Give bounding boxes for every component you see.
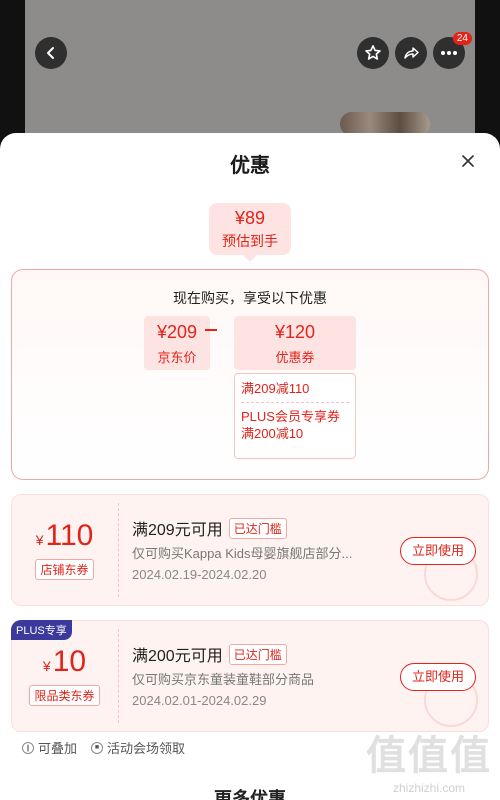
detail-item: 满209减110 — [241, 381, 310, 396]
more-dots-icon — [441, 51, 457, 55]
coupon-description: 仅可购买京东童装童鞋部分商品 — [132, 672, 315, 687]
share-icon — [404, 47, 419, 59]
coupon-amount: 10 — [52, 645, 87, 678]
discount-sheet: 优惠 ¥89 预估到手 现在购买，享受以下优惠 ¥209 京东价 ¥120 优惠… — [0, 133, 500, 800]
coupon-amount: 110 — [45, 519, 94, 552]
currency-symbol: ¥ — [42, 658, 51, 674]
coupon-validity: 2024.02.19-2024.02.20 — [132, 567, 267, 582]
discount-label: 优惠券 — [275, 350, 315, 365]
venue-tip: 活动会场领取 — [107, 741, 186, 756]
more-button[interactable]: 24 — [433, 32, 472, 69]
coupon-amount-area: ¥10 限品类东券 — [12, 621, 117, 731]
calc-heading: 现在购买，享受以下优惠 — [173, 290, 327, 306]
detail-item: PLUS会员专享券 — [241, 409, 340, 424]
discount-box: ¥120 优惠券 — [234, 316, 356, 370]
coupon-amount-area: ¥110 店铺东券 — [12, 495, 117, 605]
threshold-reached-tag: 已达门槛 — [228, 518, 287, 539]
use-now-button[interactable]: 立即使用 — [400, 663, 476, 691]
coupon-description: 仅可购买Kappa Kids母婴旗舰店部分... — [132, 546, 353, 561]
coupon-validity: 2024.02.01-2024.02.29 — [132, 693, 267, 708]
estimated-price: ¥89 — [234, 208, 266, 228]
detail-item: 满200减10 — [241, 426, 304, 441]
currency-symbol: ¥ — [35, 532, 44, 548]
message-count-badge: 24 — [452, 32, 472, 45]
watermark-logo: 值值值 — [366, 734, 492, 778]
threshold-reached-tag: 已达门槛 — [228, 644, 287, 665]
estimated-price-box: ¥89 预估到手 — [209, 203, 291, 255]
discount-price: ¥120 — [274, 322, 316, 342]
coupon-condition: 满209元可用 — [132, 522, 223, 539]
base-price-label: 京东价 — [157, 350, 197, 365]
favorite-button[interactable] — [357, 37, 389, 69]
close-icon — [462, 155, 474, 167]
base-price: ¥209 — [156, 322, 198, 342]
more-discounts-title: 更多优惠 — [214, 789, 286, 800]
minus-sign — [205, 329, 217, 331]
coupon-type-tag: 限品类东券 — [29, 685, 100, 706]
stackable-tip: 可叠加 — [38, 741, 78, 756]
coupon-type-tag: 店铺东券 — [35, 559, 94, 580]
coupon-condition: 满200元可用 — [132, 648, 223, 665]
venue-icon: ■ — [91, 741, 104, 754]
coupon-tips: ∥ 可叠加 ■ 活动会场领取 — [22, 738, 185, 757]
coupon-card: PLUS专享 ¥10 限品类东券 满200元可用 已达门槛 仅可购买京东童装童鞋部… — [11, 620, 489, 732]
base-price-box: ¥209 京东价 — [144, 316, 210, 370]
back-arrow-icon — [47, 47, 54, 59]
sheet-title: 优惠 — [230, 155, 270, 177]
back-button[interactable] — [35, 37, 67, 69]
stack-icon: ∥ — [22, 741, 34, 754]
star-icon — [365, 45, 381, 60]
share-button[interactable] — [395, 37, 427, 69]
discount-detail-list: 满209减110 PLUS会员专享券 满200减10 — [234, 373, 356, 459]
estimate-pointer — [243, 255, 257, 262]
use-now-button[interactable]: 立即使用 — [400, 537, 476, 565]
estimated-price-label: 预估到手 — [222, 233, 278, 249]
close-button[interactable] — [458, 151, 478, 171]
coupon-card: ¥110 店铺东券 满209元可用 已达门槛 仅可购买Kappa Kids母婴旗舰… — [11, 494, 489, 606]
